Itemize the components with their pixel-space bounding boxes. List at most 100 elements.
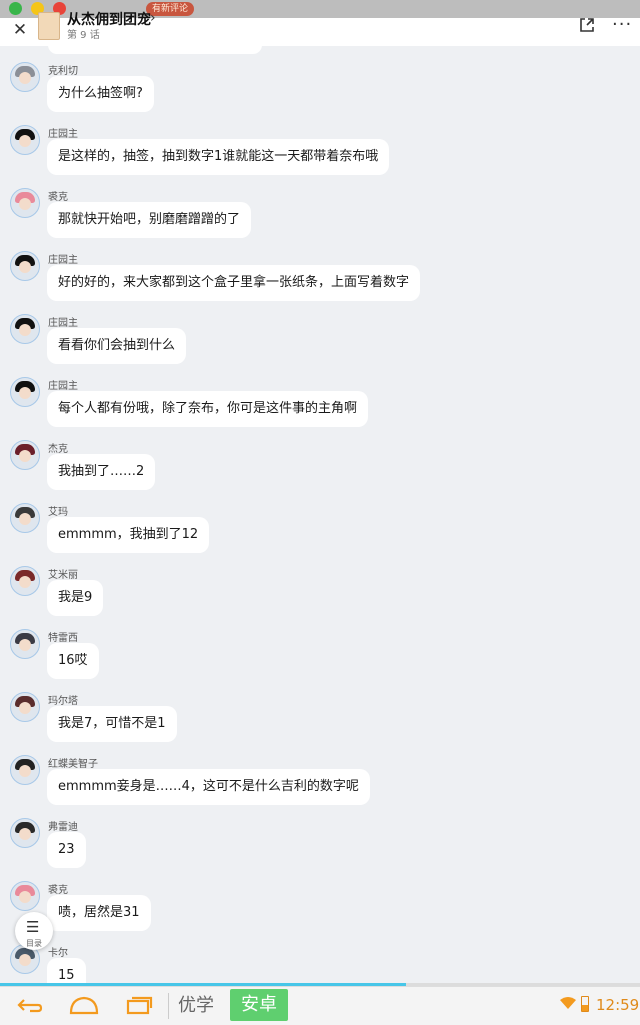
avatar[interactable] xyxy=(10,881,40,911)
avatar-face xyxy=(19,954,31,966)
reader-header: ✕ 从杰佣到团宠 › 第 9 话 ··· xyxy=(0,10,640,46)
chat-message: 红蝶美智子 emmmm妾身是……4，这可不是什么吉利的数字呢 xyxy=(0,755,640,818)
message-bubble: 我是7，可惜不是1 xyxy=(47,706,177,742)
share-icon xyxy=(580,18,594,32)
avatar-face xyxy=(19,828,31,840)
close-button[interactable]: ✕ xyxy=(10,20,30,40)
avatar[interactable] xyxy=(10,125,40,155)
avatar[interactable] xyxy=(10,251,40,281)
home-icon xyxy=(69,996,99,1015)
wifi-icon xyxy=(560,997,576,1009)
message-bubble: 16哎 xyxy=(47,643,99,679)
sender-name: 庄园主 xyxy=(48,255,78,266)
chat-message: 艾米丽 我是9 xyxy=(0,566,640,629)
sender-name: 克利切 xyxy=(48,66,78,77)
avatar[interactable] xyxy=(10,377,40,407)
sender-name: 庄园主 xyxy=(48,318,78,329)
avatar-face xyxy=(19,513,31,525)
chat-message: 杰克 我抽到了……2 xyxy=(0,440,640,503)
message-bubble: 我是9 xyxy=(47,580,104,616)
avatar[interactable] xyxy=(10,629,40,659)
message-bubble: 好的好的，来大家都到这个盒子里拿一张纸条，上面写着数字 xyxy=(47,265,421,301)
avatar-face xyxy=(19,261,31,273)
clock: 12:59 xyxy=(596,996,640,1014)
chat-message: 卡尔 15 xyxy=(0,944,640,984)
back-button[interactable] xyxy=(14,993,44,1017)
episode-label: 第 9 话 xyxy=(67,30,100,41)
sender-name: 特雷西 xyxy=(48,633,78,644)
message-bubble: 23 xyxy=(47,832,86,868)
close-icon: ✕ xyxy=(12,20,28,40)
chat-message: 克利切 为什么抽签啊? xyxy=(0,62,640,125)
sender-name: 艾玛 xyxy=(48,507,68,518)
avatar[interactable] xyxy=(10,503,40,533)
sender-name: 裘克 xyxy=(48,192,68,203)
message-bubble: 我抽到了……2 xyxy=(47,454,156,490)
avatar[interactable] xyxy=(10,188,40,218)
message-bubble: 那就快开始吧，别磨磨蹭蹭的了 xyxy=(47,202,252,238)
chat-message: 艾玛 emmmm，我抽到了12 xyxy=(0,503,640,566)
sender-name: 弗雷迪 xyxy=(48,822,78,833)
sender-name: 裘克 xyxy=(48,885,68,896)
chat-message: 庄园主 好的好的，来大家都到这个盒子里拿一张纸条，上面写着数字 xyxy=(0,251,640,314)
avatar[interactable] xyxy=(10,440,40,470)
message-bubble: 每个人都有份哦，除了奈布，你可是这件事的主角啊 xyxy=(47,391,369,427)
sender-name: 杰克 xyxy=(48,444,68,455)
message-bubble: 啧，居然是31 xyxy=(47,895,151,931)
battery-icon xyxy=(581,996,589,1012)
chat-message: 特雷西 16哎 xyxy=(0,629,640,692)
avatar[interactable] xyxy=(10,62,40,92)
notification-app-icon xyxy=(9,2,22,15)
avatar[interactable] xyxy=(10,755,40,785)
brand-label-right[interactable]: 安卓 xyxy=(230,989,288,1021)
recent-apps-icon xyxy=(126,996,153,1015)
message-bubble: 15 xyxy=(47,958,86,984)
battery-level-fill xyxy=(582,1005,588,1011)
system-navigation-bar: 优学 安卓 12:59 xyxy=(0,986,640,1025)
avatar-face xyxy=(19,639,31,651)
avatar-face xyxy=(19,765,31,777)
avatar-face xyxy=(19,387,31,399)
avatar[interactable] xyxy=(10,314,40,344)
chat-message: 庄园主 看看你们会抽到什么 xyxy=(0,314,640,377)
avatar[interactable] xyxy=(10,566,40,596)
directory-button[interactable]: ☰ 目录 xyxy=(15,912,53,950)
message-bubble: 为什么抽签啊? xyxy=(47,76,154,112)
avatar-face xyxy=(19,450,31,462)
previous-message-bubble xyxy=(48,46,262,54)
chevron-right-icon[interactable]: › xyxy=(150,10,156,26)
avatar-face xyxy=(19,702,31,714)
chat-message: 裘克 那就快开始吧，别磨磨蹭蹭的了 xyxy=(0,188,640,251)
avatar-face xyxy=(19,198,31,210)
avatar[interactable] xyxy=(10,818,40,848)
chat-story[interactable]: 克利切 为什么抽签啊? 庄园主 是这样的，抽签，抽到数字1谁就能这一天都带着奈布哦 裘克… xyxy=(0,46,640,984)
chat-message: 庄园主 每个人都有份哦，除了奈布，你可是这件事的主角啊 xyxy=(0,377,640,440)
more-icon: ··· xyxy=(612,14,633,35)
sender-name: 庄园主 xyxy=(48,129,78,140)
comic-cover-thumbnail[interactable] xyxy=(38,12,60,40)
sender-name: 红蝶美智子 xyxy=(48,759,98,770)
message-bubble: emmmm，我抽到了12 xyxy=(47,517,210,553)
message-bubble: emmmm妾身是……4，这可不是什么吉利的数字呢 xyxy=(47,769,370,805)
recent-apps-button[interactable] xyxy=(124,993,154,1017)
home-button[interactable] xyxy=(68,993,99,1017)
avatar-face xyxy=(19,72,31,84)
chat-message: 弗雷迪 23 xyxy=(0,818,640,881)
nav-divider xyxy=(168,993,169,1019)
back-icon xyxy=(17,999,43,1013)
chat-message: 玛尔塔 我是7，可惜不是1 xyxy=(0,692,640,755)
avatar-face xyxy=(19,576,31,588)
sender-name: 玛尔塔 xyxy=(48,696,78,707)
avatar-face xyxy=(19,135,31,147)
avatar[interactable] xyxy=(10,692,40,722)
sender-name: 庄园主 xyxy=(48,381,78,392)
chat-message: 裘克 啧，居然是31 xyxy=(0,881,640,944)
more-button[interactable]: ··· xyxy=(612,14,632,35)
list-icon: ☰ xyxy=(26,918,40,936)
share-button[interactable] xyxy=(578,16,598,36)
avatar-face xyxy=(19,324,31,336)
sender-name: 艾米丽 xyxy=(48,570,78,581)
chat-message: 庄园主 是这样的，抽签，抽到数字1谁就能这一天都带着奈布哦 xyxy=(0,125,640,188)
message-bubble: 看看你们会抽到什么 xyxy=(47,328,187,364)
directory-label: 目录 xyxy=(26,939,42,948)
